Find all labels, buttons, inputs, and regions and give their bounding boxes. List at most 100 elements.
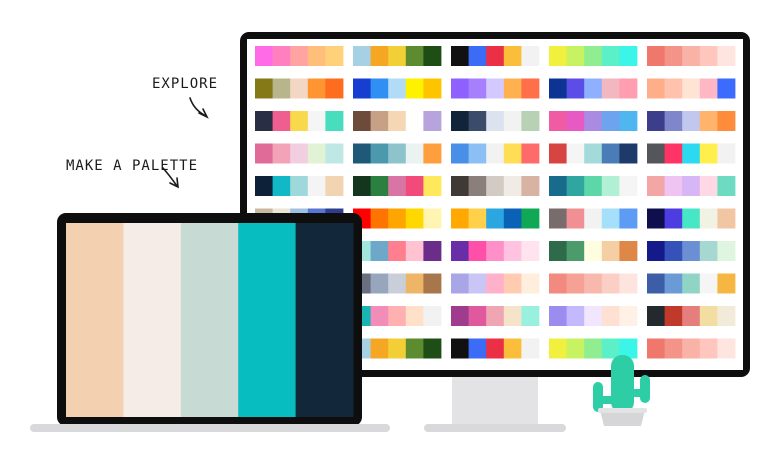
palette-swatch <box>699 111 718 131</box>
laptop-palette-swatch[interactable] <box>295 223 354 417</box>
palette-swatch <box>272 111 291 131</box>
palette-swatch <box>468 306 487 326</box>
monitor-palette-card[interactable] <box>647 143 736 164</box>
palette-swatch <box>486 273 505 294</box>
palette-swatch <box>503 111 522 131</box>
monitor-palette-card[interactable] <box>647 208 736 229</box>
palette-swatch <box>549 143 567 164</box>
monitor-palette-card[interactable] <box>549 143 638 164</box>
monitor-palette-card[interactable] <box>549 176 638 196</box>
monitor-palette-card[interactable] <box>255 176 344 196</box>
monitor-palette-card[interactable] <box>255 143 344 164</box>
palette-swatch <box>619 78 638 99</box>
palette-swatch <box>601 46 620 66</box>
palette-swatch <box>405 143 424 164</box>
monitor-palette-card[interactable] <box>353 111 442 131</box>
monitor-palette-card[interactable] <box>647 273 736 294</box>
monitor-palette-card[interactable] <box>451 78 540 99</box>
palette-swatch <box>353 176 371 196</box>
palette-swatch <box>388 306 407 326</box>
laptop-palette-swatch[interactable] <box>66 223 124 417</box>
monitor-palette-card[interactable] <box>451 273 540 294</box>
monitor-palette-card[interactable] <box>451 111 540 131</box>
palette-swatch <box>405 176 424 196</box>
monitor-palette-card[interactable] <box>451 241 540 261</box>
monitor-palette-card[interactable] <box>549 306 638 326</box>
monitor-palette-card[interactable] <box>647 46 736 66</box>
monitor-palette-card[interactable] <box>255 111 344 131</box>
palette-swatch <box>664 46 683 66</box>
palette-swatch <box>682 306 701 326</box>
monitor-palette-card[interactable] <box>353 143 442 164</box>
palette-swatch <box>601 208 620 229</box>
monitor-palette-card[interactable] <box>647 176 736 196</box>
monitor-palette-card[interactable] <box>353 338 442 359</box>
monitor-palette-card[interactable] <box>353 306 442 326</box>
palette-swatch <box>307 111 326 131</box>
palette-swatch <box>682 111 701 131</box>
monitor-palette-card[interactable] <box>549 241 638 261</box>
palette-swatch <box>664 111 683 131</box>
monitor-palette-card[interactable] <box>549 208 638 229</box>
laptop-palette-swatch[interactable] <box>123 223 182 417</box>
monitor-palette-card[interactable] <box>353 208 442 229</box>
palette-swatch <box>503 241 522 261</box>
monitor-palette-card[interactable] <box>647 78 736 99</box>
laptop-palette-swatch[interactable] <box>180 223 239 417</box>
palette-swatch <box>388 78 407 99</box>
palette-swatch <box>486 306 505 326</box>
palette-swatch <box>370 78 389 99</box>
monitor-palette-card[interactable] <box>549 78 638 99</box>
palette-swatch <box>566 208 585 229</box>
palette-swatch <box>647 208 665 229</box>
palette-swatch <box>717 176 736 196</box>
laptop <box>30 213 390 432</box>
palette-swatch <box>584 338 603 359</box>
palette-swatch <box>370 306 389 326</box>
palette-swatch <box>549 78 567 99</box>
monitor-palette-card[interactable] <box>549 46 638 66</box>
palette-swatch <box>584 273 603 294</box>
monitor-palette-card[interactable] <box>451 143 540 164</box>
monitor-palette-card[interactable] <box>353 176 442 196</box>
monitor-palette-card[interactable] <box>451 306 540 326</box>
palette-swatch <box>451 273 469 294</box>
monitor-palette-card[interactable] <box>647 306 736 326</box>
palette-swatch <box>717 46 736 66</box>
palette-swatch <box>717 111 736 131</box>
palette-swatch <box>486 46 505 66</box>
laptop-palette-swatch[interactable] <box>238 223 297 417</box>
monitor-palette-card[interactable] <box>451 176 540 196</box>
monitor-palette-card[interactable] <box>353 273 442 294</box>
palette-swatch <box>601 338 620 359</box>
palette-swatch <box>521 306 540 326</box>
monitor-palette-card[interactable] <box>353 78 442 99</box>
palette-swatch <box>388 111 407 131</box>
palette-swatch <box>521 78 540 99</box>
palette-swatch <box>423 306 442 326</box>
palette-swatch <box>405 306 424 326</box>
palette-swatch <box>549 176 567 196</box>
monitor-palette-card[interactable] <box>451 208 540 229</box>
monitor-palette-card[interactable] <box>451 338 540 359</box>
monitor-palette-card[interactable] <box>353 46 442 66</box>
palette-swatch <box>451 46 469 66</box>
palette-swatch <box>423 241 442 261</box>
monitor-palette-card[interactable] <box>353 241 442 261</box>
palette-swatch <box>307 46 326 66</box>
monitor-palette-card[interactable] <box>549 111 638 131</box>
palette-swatch <box>423 46 442 66</box>
palette-swatch <box>566 111 585 131</box>
palette-swatch <box>619 176 638 196</box>
monitor-palette-card[interactable] <box>647 241 736 261</box>
monitor-palette-card[interactable] <box>549 273 638 294</box>
palette-swatch <box>664 306 683 326</box>
monitor-palette-card[interactable] <box>255 78 344 99</box>
palette-swatch <box>647 241 665 261</box>
palette-swatch <box>255 46 273 66</box>
monitor-palette-card[interactable] <box>647 338 736 359</box>
monitor-palette-card[interactable] <box>255 46 344 66</box>
monitor-palette-card[interactable] <box>647 111 736 131</box>
palette-swatch <box>272 143 291 164</box>
monitor-palette-card[interactable] <box>451 46 540 66</box>
